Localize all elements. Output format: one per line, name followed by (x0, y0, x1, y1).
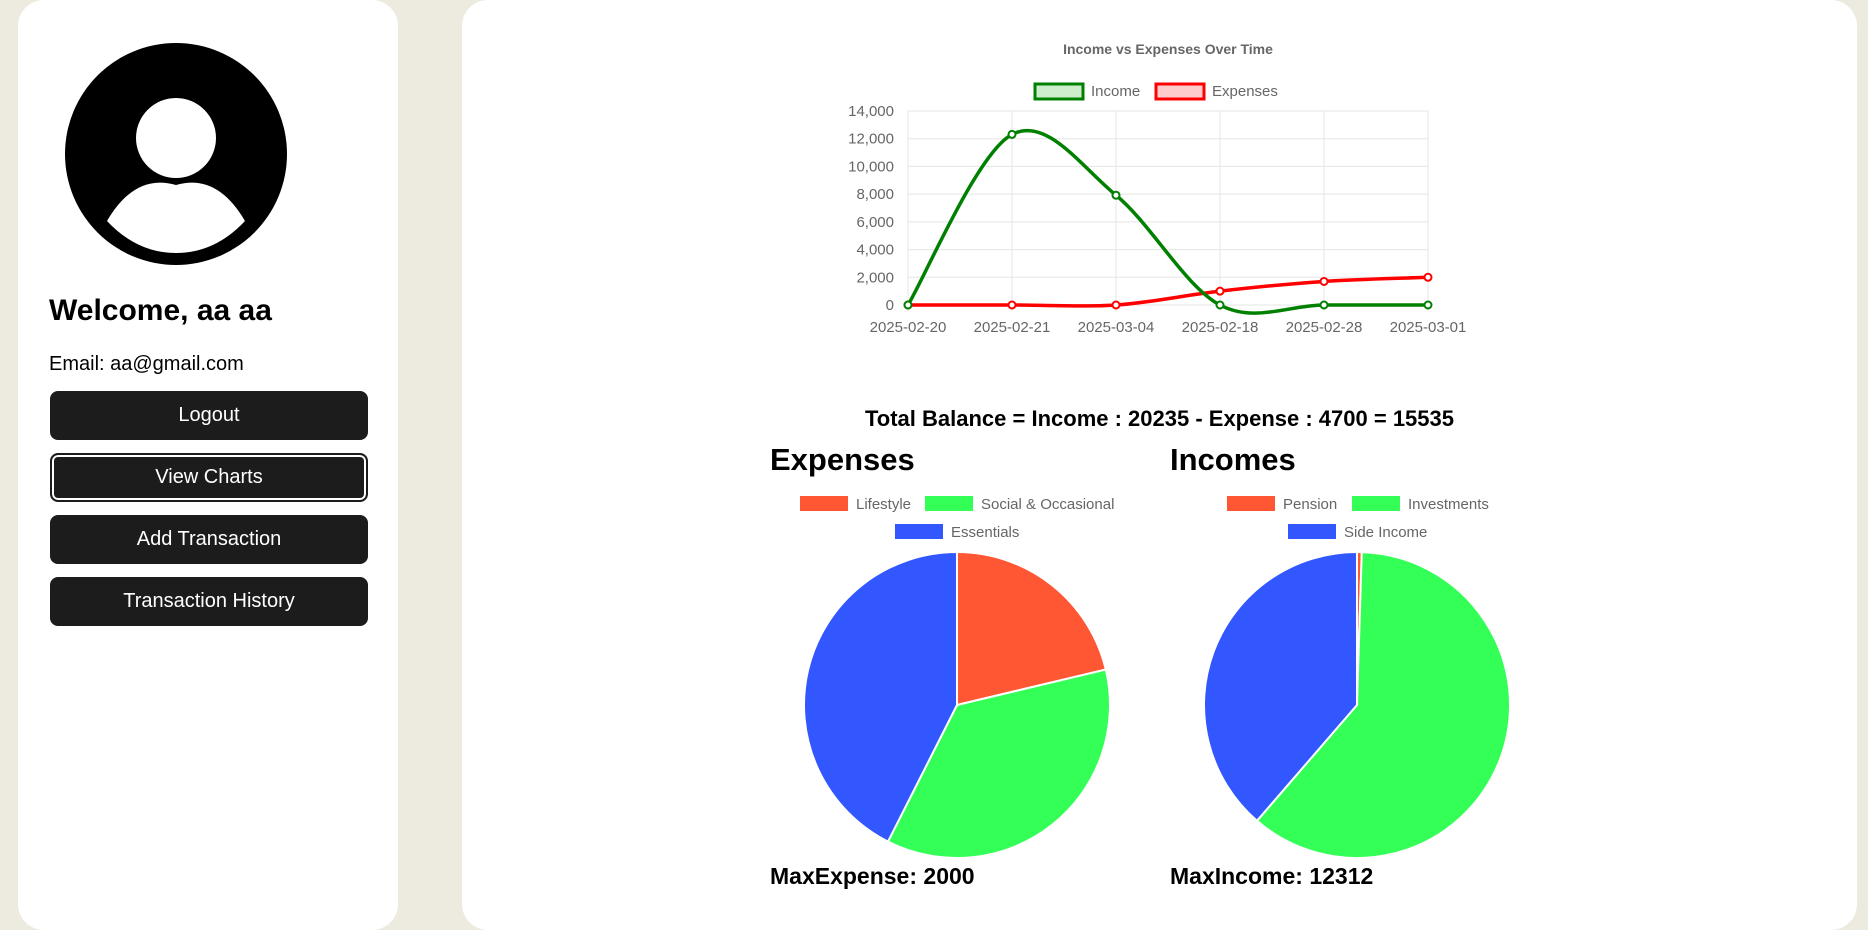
incomes-pie-legend-label: Side Income (1344, 524, 1427, 541)
incomes-pie-legend-swatch (1288, 524, 1336, 539)
transaction-history-button[interactable]: Transaction History (50, 577, 368, 626)
incomes-pie-legend-label: Investments (1408, 496, 1489, 513)
user-avatar-icon (65, 43, 287, 265)
incomes-pie-chart: Pension Investments Side Income (1203, 496, 1511, 859)
view-charts-button[interactable]: View Charts (50, 453, 368, 502)
sidebar: Welcome, aa aa Email: aa@gmail.com Logou… (18, 0, 398, 930)
incomes-pie-legend-label: Pension (1283, 496, 1337, 513)
max-expense: MaxExpense: 2000 (770, 863, 975, 889)
charts-panel: Income vs Expenses Over Time Income Expens… (462, 0, 1857, 930)
incomes-pie-legend-swatch (1352, 496, 1400, 511)
incomes-pie-legend-swatch (1227, 496, 1275, 511)
logout-button[interactable]: Logout (50, 391, 368, 440)
user-email: Email: aa@gmail.com (49, 353, 244, 375)
max-income: MaxIncome: 12312 (1170, 863, 1374, 889)
welcome-heading: Welcome, aa aa (49, 294, 272, 327)
add-transaction-button[interactable]: Add Transaction (50, 515, 368, 564)
